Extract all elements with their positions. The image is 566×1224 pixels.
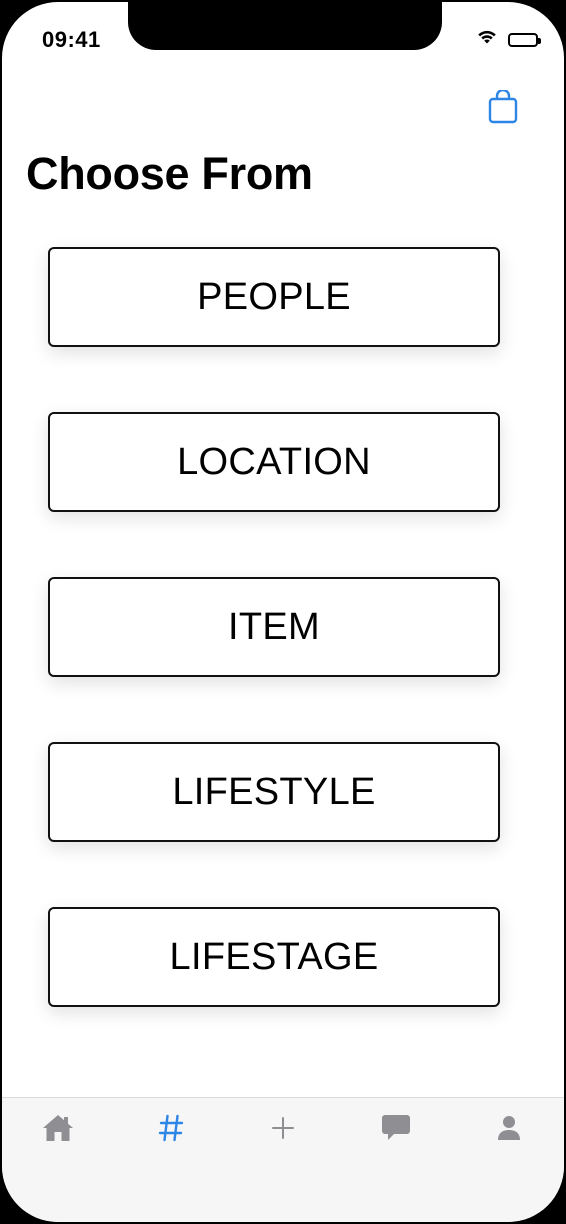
- battery-icon: [508, 32, 541, 47]
- device-notch: [128, 2, 442, 50]
- app-screen: 09:41 Choose From PEOPLE LOCATION ITEM L…: [2, 2, 564, 1222]
- page-title: Choose From: [26, 148, 313, 199]
- tab-bar: [2, 1097, 564, 1222]
- person-icon: [497, 1115, 521, 1146]
- tab-home[interactable]: [33, 1108, 83, 1152]
- status-icons: [476, 29, 541, 50]
- shopping-bag-button[interactable]: [488, 88, 518, 129]
- tab-hashtag[interactable]: [146, 1108, 196, 1152]
- tab-profile[interactable]: [484, 1108, 534, 1152]
- wifi-icon: [476, 29, 498, 50]
- hashtag-icon: [158, 1114, 184, 1147]
- lifestage-button[interactable]: LIFESTAGE: [48, 907, 500, 1007]
- tab-add[interactable]: [258, 1108, 308, 1152]
- status-time: 09:41: [42, 27, 101, 52]
- option-list: PEOPLE LOCATION ITEM LIFESTYLE LIFESTAGE: [48, 247, 500, 1072]
- item-button[interactable]: ITEM: [48, 577, 500, 677]
- location-button[interactable]: LOCATION: [48, 412, 500, 512]
- device-frame: 09:41 Choose From PEOPLE LOCATION ITEM L…: [0, 0, 566, 1224]
- lifestyle-button[interactable]: LIFESTYLE: [48, 742, 500, 842]
- chat-icon: [381, 1114, 411, 1147]
- tab-messages[interactable]: [371, 1108, 421, 1152]
- shopping-bag-icon: [488, 88, 518, 129]
- people-button[interactable]: PEOPLE: [48, 247, 500, 347]
- plus-icon: [271, 1116, 295, 1145]
- home-icon: [42, 1113, 74, 1148]
